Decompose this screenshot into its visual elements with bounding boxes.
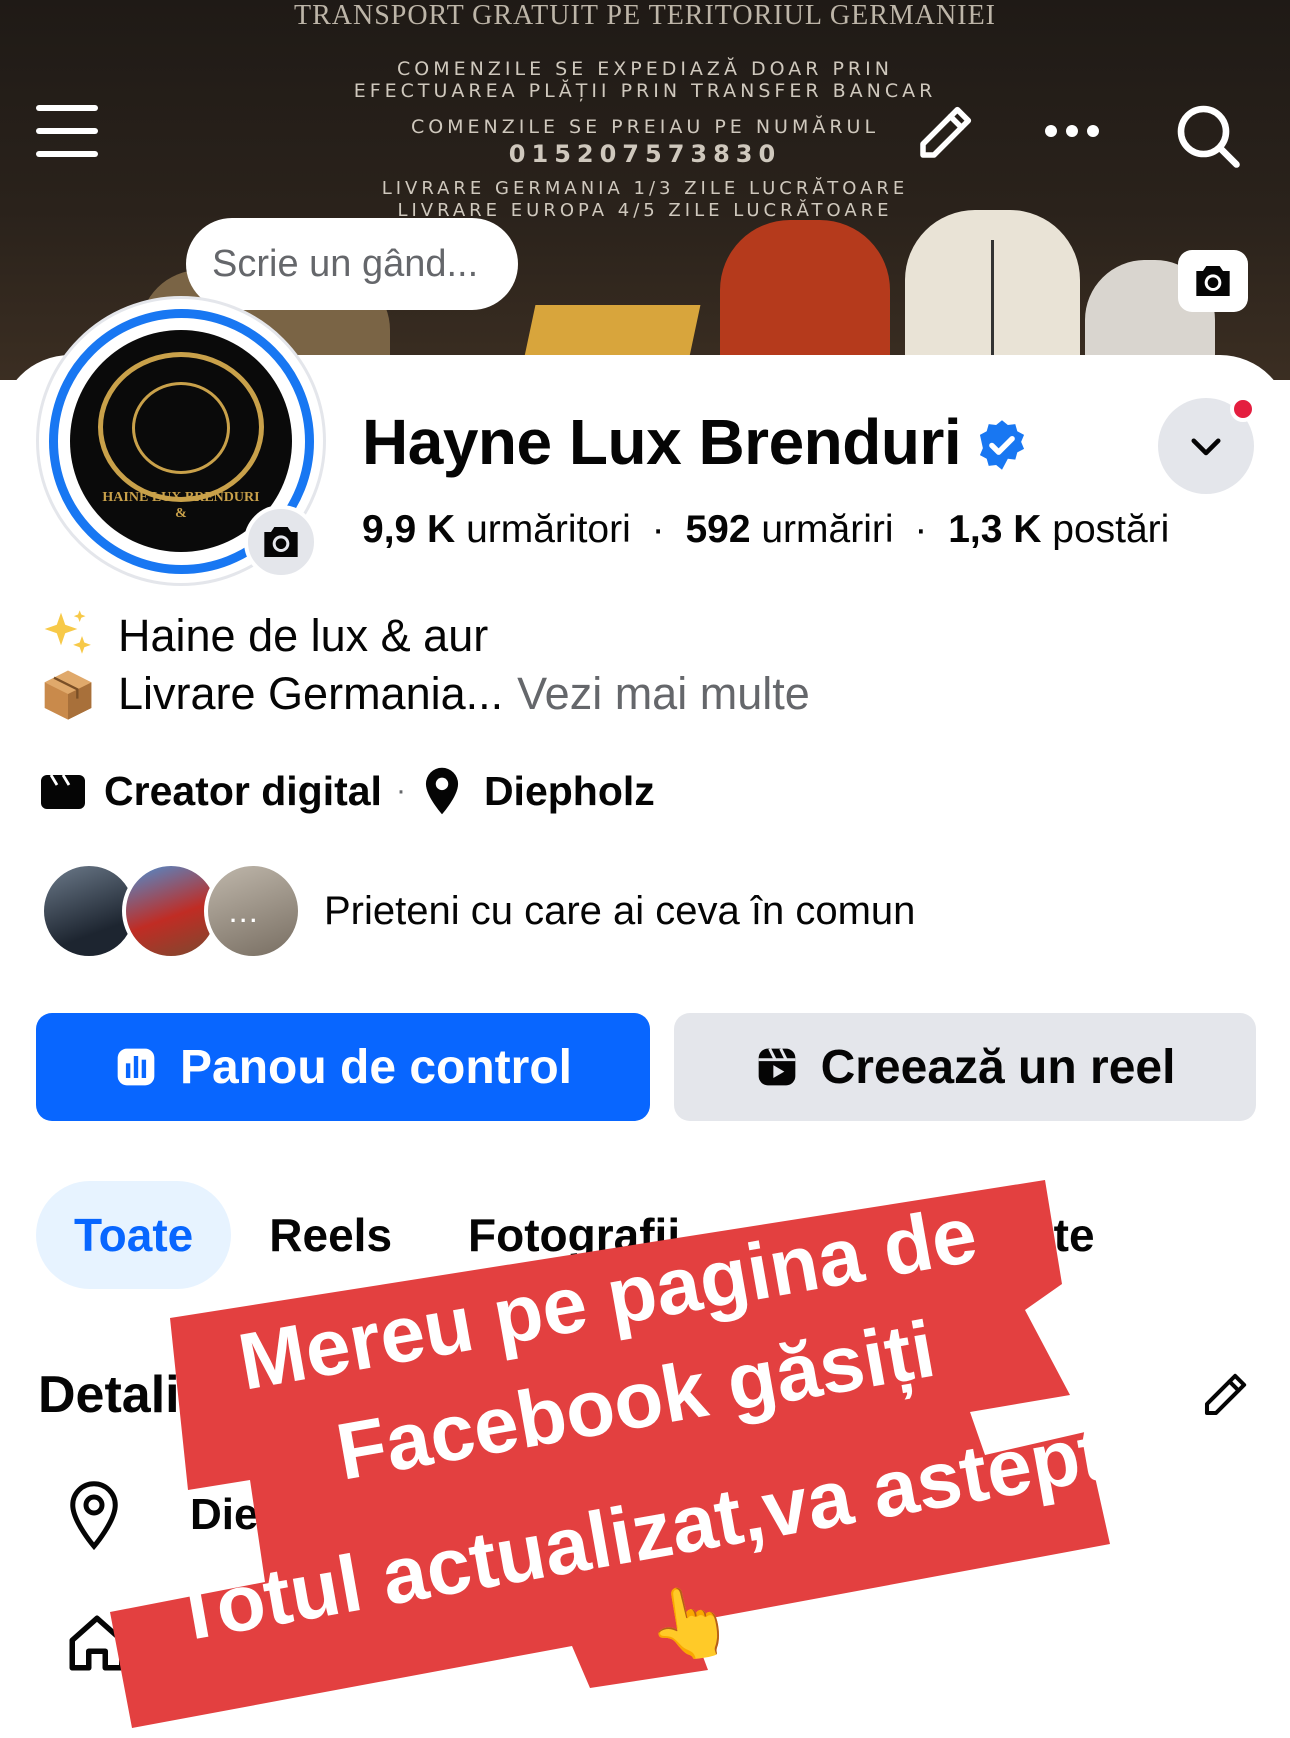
meta-separator: · [395, 774, 406, 807]
cover-camera-button[interactable] [1178, 250, 1248, 312]
cover-text-line: LIVRARE GERMANIA 1/3 ZILE LUCRĂTOARE [381, 178, 909, 199]
following-label[interactable]: urmăriri [761, 508, 893, 551]
edit-details-pencil-icon[interactable] [1198, 1368, 1252, 1427]
stats-separator: · [914, 508, 928, 551]
sparkles-icon [44, 610, 91, 654]
bio-line-1: Haine de lux & aur [118, 610, 489, 661]
more-dots-icon[interactable] [1045, 124, 1108, 142]
logo-hanger-icon [132, 382, 230, 474]
dashboard-button[interactable]: Panou de control [36, 1013, 650, 1121]
camera-icon [1196, 266, 1230, 296]
camera-icon [264, 527, 298, 557]
tab-partial[interactable]: ente [1000, 1181, 1095, 1289]
friend-avatar: ... [204, 862, 302, 960]
bio-line-2: Livrare Germania... [118, 668, 504, 719]
dashboard-icon [117, 1048, 155, 1086]
location-pin-icon [425, 767, 459, 815]
location-label[interactable]: Diepholz [484, 768, 655, 815]
cover-text-line: TRANSPORT GRATUIT PE TERITORIUL GERMANIE… [293, 0, 996, 31]
clapperboard-icon [41, 774, 85, 809]
posts-count: 1,3 K [948, 508, 1042, 551]
chevron-down-icon [1191, 438, 1221, 456]
profile-meta: Creator digital · Diepholz [38, 766, 655, 816]
tab-reels[interactable]: Reels [231, 1181, 430, 1289]
mutual-friends[interactable]: ... Prieteni cu care ai ceva în comun [40, 862, 915, 960]
following-count[interactable]: 592 [685, 508, 750, 551]
reel-icon [758, 1048, 795, 1086]
logo-brand-text: HAINE LUX BRENDURI [102, 490, 260, 505]
stats-separator: · [651, 508, 665, 551]
profile-stats: 9,9 K urmăritori · 592 urmăriri · 1,3 K … [362, 508, 1169, 552]
pointing-hand-icon: 👆 [640, 1574, 741, 1671]
create-reel-button[interactable]: Creează un reel [674, 1013, 1256, 1121]
dashboard-button-label: Panou de control [179, 1040, 572, 1094]
followers-label[interactable]: urmăritori [466, 508, 631, 551]
cover-phone-number: 015207573830 [508, 140, 782, 168]
more-friends-indicator: ... [230, 902, 261, 927]
page-title: Hayne Lux Brenduri [362, 406, 962, 478]
notification-dot [1230, 396, 1256, 422]
posts-label: postări [1052, 508, 1170, 551]
mutual-friends-text: Prieteni cu care ai ceva în comun [324, 888, 916, 933]
category-label: Creator digital [104, 767, 382, 814]
home-icon [69, 1615, 125, 1671]
thought-bubble-input[interactable]: Scrie un gând... [186, 218, 518, 310]
avatar-camera-button[interactable] [244, 505, 318, 579]
verified-badge-icon [975, 418, 1029, 477]
tab-all[interactable]: Toate [36, 1181, 232, 1289]
cover-text-line: LIVRARE EUROPA 4/5 ZILE LUCRĂTOARE [397, 200, 893, 221]
see-more-link[interactable]: Vezi mai multe [517, 668, 810, 720]
cover-text-line: EFECTUAREA PLĂȚII PRIN TRANSFER BANCAR [353, 80, 937, 102]
pencil-icon[interactable] [912, 100, 978, 171]
bio-line: Haine de lux & aur [40, 608, 488, 664]
create-reel-button-label: Creează un reel [820, 1040, 1176, 1094]
followers-count[interactable]: 9,9 K [362, 508, 455, 551]
details-heading: Detali [38, 1366, 180, 1424]
location-pin-icon [70, 1481, 118, 1550]
menu-icon[interactable] [36, 105, 98, 157]
search-icon[interactable] [1172, 100, 1244, 177]
detail-location-text: Diep [190, 1490, 286, 1539]
cover-text-line: COMENZILE SE EXPEDIAZĂ DOAR PRIN [397, 58, 893, 80]
detail-location[interactable]: Diep [64, 1480, 285, 1550]
bio-line: Livrare Germania... Vezi mai multe [40, 666, 810, 722]
package-icon [44, 670, 92, 720]
